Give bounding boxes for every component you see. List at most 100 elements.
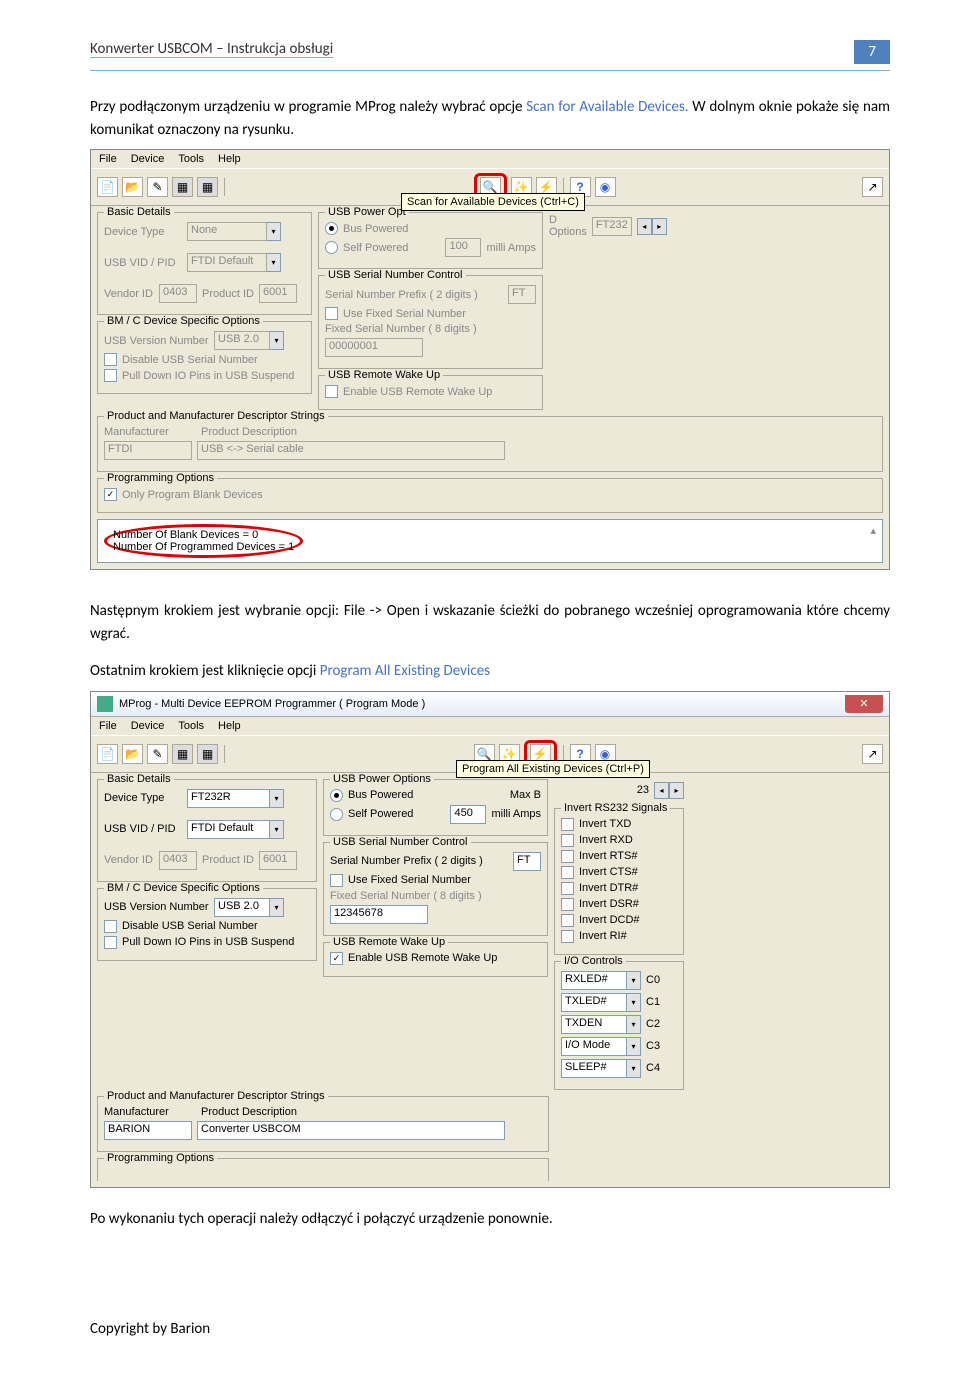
self-powered-radio[interactable] [325,241,338,254]
toolbar-2: 📄 📂 ✎ ▦ ▦ 🔍 ✨ ⚡ ? ◉ ↗ Program All Existi… [91,735,889,773]
menu-help-2[interactable]: Help [218,720,241,732]
open-icon-2[interactable]: 📂 [122,744,143,764]
invert-rxd-checkbox[interactable] [561,834,574,847]
product-id-input-2[interactable]: 6001 [259,851,297,870]
serial-number-fieldset-2: USB Serial Number Control Serial Number … [323,842,548,936]
vendor-id-input-2[interactable]: 0403 [159,851,197,870]
menu-tools[interactable]: Tools [178,153,204,165]
pull-down-checkbox[interactable] [104,369,117,382]
fixed-sn-input[interactable]: 00000001 [325,338,423,357]
edit-icon-2[interactable]: ✎ [147,744,168,764]
sn-prefix-input-2[interactable]: FT [513,852,541,871]
toolbar: 📄 📂 ✎ ▦ ▦ 🔍 ✨ ⚡ ? ◉ ↗ Scan for Available… [91,168,889,206]
device-type-dropdown[interactable]: None▾ [187,222,281,241]
menu-file-2[interactable]: File [99,720,117,732]
scroll-arrows[interactable]: ◂▸ [637,218,667,235]
product-id-input[interactable]: 6001 [259,284,297,303]
prod-desc-input[interactable]: USB <-> Serial cable [197,441,505,460]
menu-device-2[interactable]: Device [131,720,165,732]
usb-power-fieldset: USB Power Opt Bus Powered Self Powered 1… [318,212,543,269]
invert-dsr-checkbox[interactable] [561,898,574,911]
prod-desc-input-2[interactable]: Converter USBCOM [197,1121,505,1140]
exit-icon-2[interactable]: ↗ [862,744,883,764]
invert-ri-checkbox[interactable] [561,930,574,943]
bm-device-fieldset: BM / C Device Specific Options USB Versi… [97,321,312,394]
save-icon[interactable]: ▦ [172,177,193,197]
window-title: MProg - Multi Device EEPROM Programmer (… [119,698,425,710]
enable-wake-checkbox-2[interactable]: ✓ [330,952,343,965]
new-icon[interactable]: 📄 [97,177,118,197]
open-icon[interactable]: 📂 [122,177,143,197]
info-icon[interactable]: ◉ [595,177,616,197]
fixed-sn-input-2[interactable]: 12345678 [330,905,428,924]
bus-powered-radio-2[interactable] [330,789,343,802]
usb-power-fieldset-2: USB Power Options Bus Powered Max B Self… [323,779,548,836]
fixed-sn-checkbox-2[interactable] [330,874,343,887]
c1-dropdown[interactable]: TXLED#▾ [561,993,641,1012]
fixed-sn-checkbox[interactable] [325,307,338,320]
menubar: File Device Tools Help [91,150,889,168]
vendor-id-input[interactable]: 0403 [159,284,197,303]
invert-dcd-checkbox[interactable] [561,914,574,927]
output-box: Number Of Blank Devices = 0 Number Of Pr… [97,519,883,563]
exit-icon[interactable]: ↗ [862,177,883,197]
save-icon-2[interactable]: ▦ [172,744,193,764]
paragraph-2: Następnym krokiem jest wybranie opcji: F… [90,600,890,645]
device-type-dropdown-2[interactable]: FT232R▾ [187,789,284,808]
paragraph-4: Po wykonaniu tych operacji należy odłącz… [90,1208,890,1231]
screenshot-1: File Device Tools Help 📄 📂 ✎ ▦ ▦ 🔍 ✨ ⚡ ?… [90,149,890,570]
self-powered-radio-2[interactable] [330,808,343,821]
edit-icon[interactable]: ✎ [147,177,168,197]
scroll-arrows-2[interactable]: ◂▸ [654,782,684,799]
invert-rts-checkbox[interactable] [561,850,574,863]
disable-sn-checkbox[interactable] [104,353,117,366]
vidpid-dropdown[interactable]: FTDI Default▾ [187,253,281,272]
d-options-input[interactable]: FT232 [592,217,632,236]
programming-options-fieldset: Programming Options ✓Only Program Blank … [97,478,883,513]
menu-help[interactable]: Help [218,153,241,165]
c3-dropdown[interactable]: I/O Mode▾ [561,1037,641,1056]
invert-txd-checkbox[interactable] [561,818,574,831]
menubar-2: File Device Tools Help [91,717,889,735]
c4-dropdown[interactable]: SLEEP#▾ [561,1059,641,1078]
c2-dropdown[interactable]: TXDEN▾ [561,1015,641,1034]
save-as-icon[interactable]: ▦ [197,177,218,197]
invert-cts-checkbox[interactable] [561,866,574,879]
bus-powered-radio[interactable] [325,222,338,235]
titlebar: MProg - Multi Device EEPROM Programmer (… [91,692,889,717]
paragraph-3: Ostatnim krokiem jest kliknięcie opcji P… [90,660,890,683]
menu-device[interactable]: Device [131,153,165,165]
vidpid-dropdown-2[interactable]: FTDI Default▾ [187,820,284,839]
basic-details-fieldset: Basic Details Device Type None▾ USB VID … [97,212,312,315]
io-controls-fieldset: I/O Controls RXLED#▾C0 TXLED#▾C1 TXDEN▾C… [554,961,684,1090]
pull-down-checkbox-2[interactable] [104,936,117,949]
max-power-input[interactable]: 100 [445,238,481,257]
descriptor-strings-fieldset-2: Product and Manufacturer Descriptor Stri… [97,1096,549,1152]
bm-device-fieldset-2: BM / C Device Specific Options USB Versi… [97,888,317,961]
usb-version-dropdown-2[interactable]: USB 2.0▾ [214,898,284,917]
footer: Copyright by Barion [90,1320,890,1338]
close-button[interactable]: ✕ [845,695,883,713]
sn-prefix-input[interactable]: FT [508,285,536,304]
paragraph-1: Przy podłączonym urządzeniu w programie … [90,96,890,141]
header-title: Konwerter USBCOM – Instrukcja obsługi [90,40,854,64]
manufacturer-input-2[interactable]: BARION [104,1121,192,1140]
new-icon-2[interactable]: 📄 [97,744,118,764]
enable-wake-checkbox[interactable] [325,385,338,398]
scan-tooltip: Scan for Available Devices (Ctrl+C) [401,193,585,211]
usb-version-dropdown[interactable]: USB 2.0▾ [214,331,284,350]
descriptor-strings-fieldset: Product and Manufacturer Descriptor Stri… [97,416,883,472]
max-power-input-2[interactable]: 450 [450,805,486,824]
wakeup-fieldset: USB Remote Wake Up Enable USB Remote Wak… [318,375,543,410]
disable-sn-checkbox-2[interactable] [104,920,117,933]
menu-tools-2[interactable]: Tools [178,720,204,732]
app-icon [97,696,113,712]
menu-file[interactable]: File [99,153,117,165]
serial-number-fieldset: USB Serial Number Control Serial Number … [318,275,543,369]
only-blank-checkbox[interactable]: ✓ [104,488,117,501]
save-as-icon-2[interactable]: ▦ [197,744,218,764]
manufacturer-input[interactable]: FTDI [104,441,192,460]
c0-dropdown[interactable]: RXLED#▾ [561,971,641,990]
program-tooltip: Program All Existing Devices (Ctrl+P) [456,760,650,778]
invert-dtr-checkbox[interactable] [561,882,574,895]
